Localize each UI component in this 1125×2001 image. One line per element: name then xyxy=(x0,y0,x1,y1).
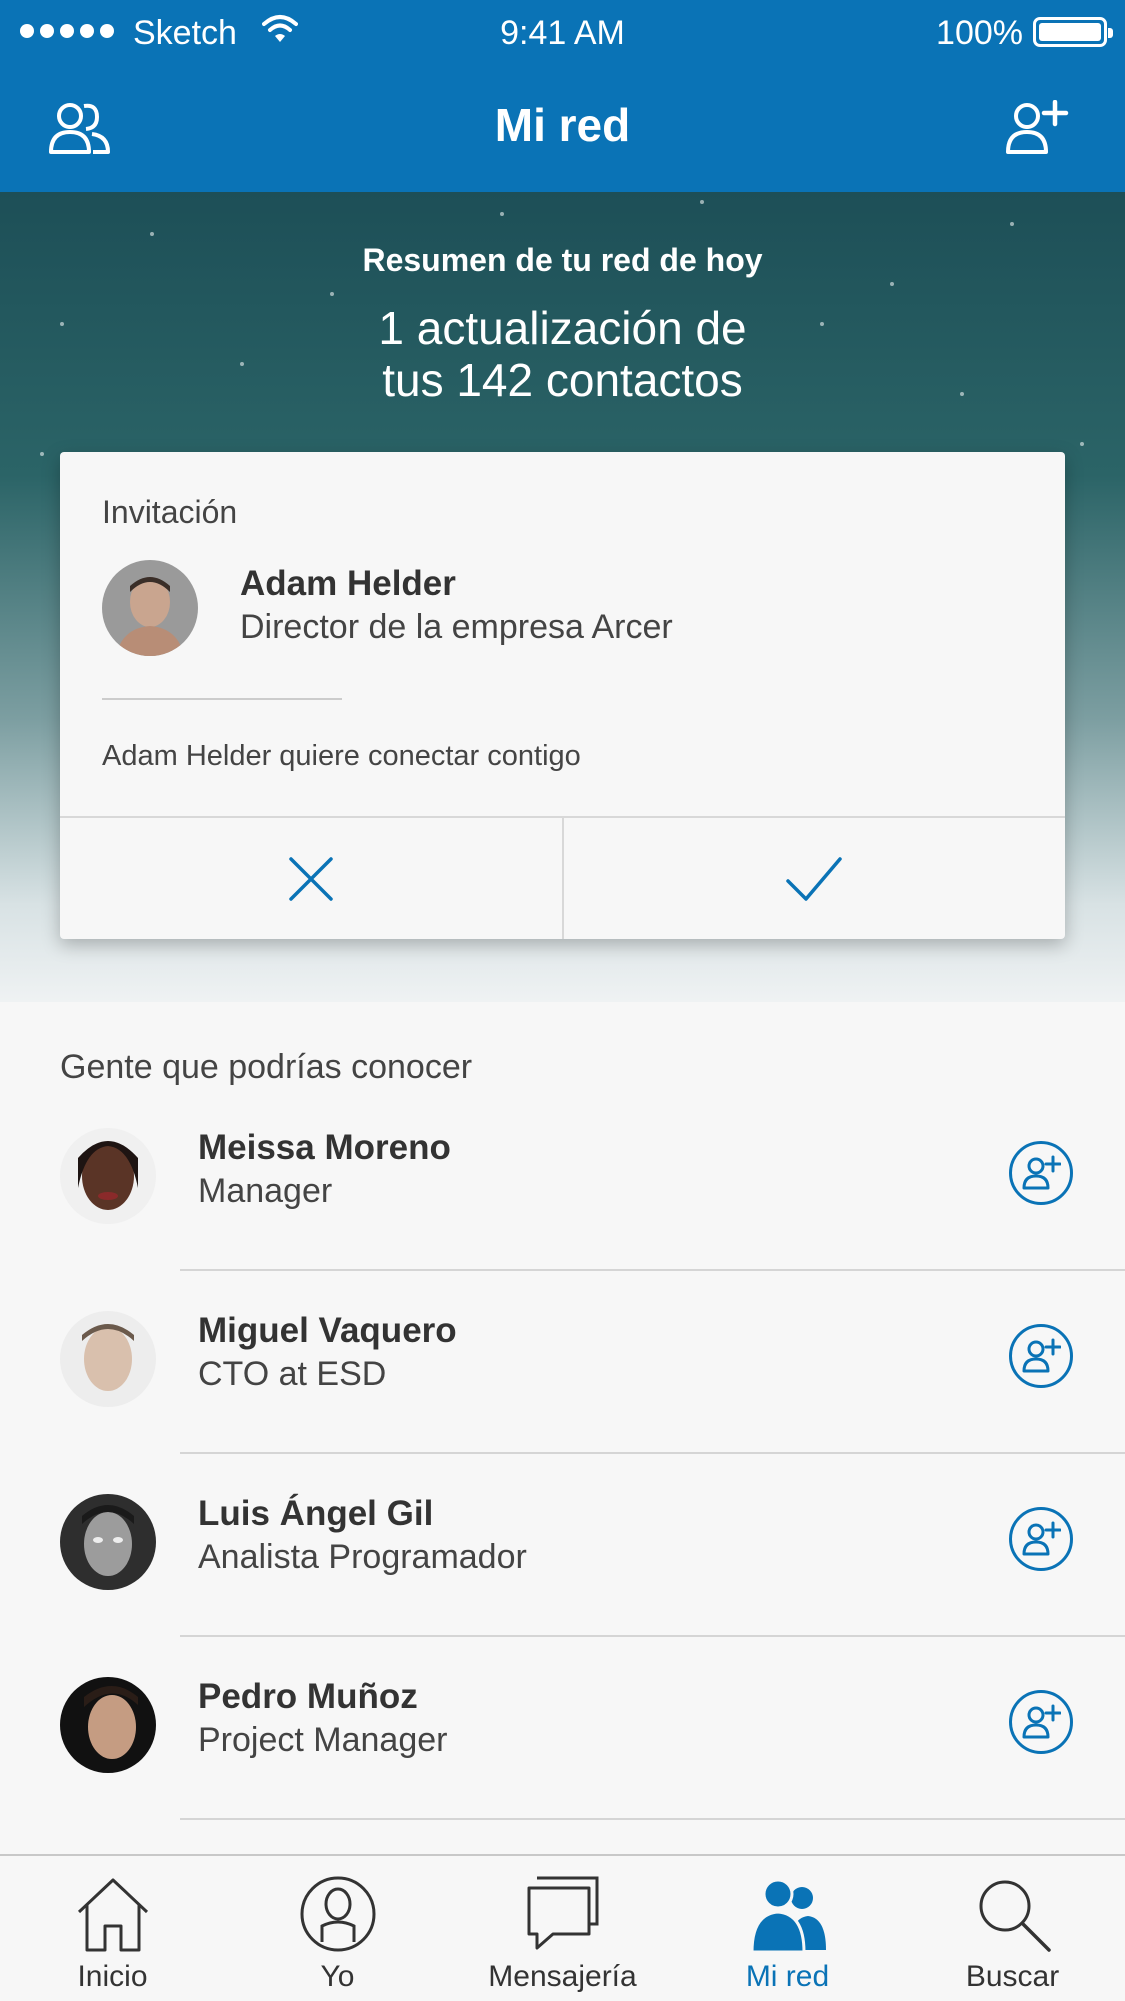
profile-icon xyxy=(300,1876,375,1952)
person-role: Analista Programador xyxy=(198,1538,527,1576)
list-item[interactable]: Pedro Muñoz Project Manager xyxy=(0,1637,1125,1820)
invitation-role: Director de la empresa Arcer xyxy=(240,608,673,646)
avatar[interactable] xyxy=(60,1677,156,1773)
invitation-message: Adam Helder quiere conectar contigo xyxy=(102,740,581,772)
tab-inicio[interactable]: Inicio xyxy=(0,1856,225,2001)
top-bar: Sketch 9:41 AM 100% Mi red xyxy=(0,0,1125,192)
suggestions-title: Gente que podrías conocer xyxy=(60,1048,473,1086)
battery-percentage: 100% xyxy=(936,14,1023,52)
invitation-title: Invitación xyxy=(102,494,238,530)
connect-button[interactable] xyxy=(1009,1690,1073,1754)
tab-mensajeria[interactable]: Mensajería xyxy=(450,1856,675,2001)
add-person-icon xyxy=(1022,1338,1061,1373)
avatar[interactable] xyxy=(60,1311,156,1407)
check-icon xyxy=(786,856,842,901)
list-item[interactable]: Meissa Moreno Manager xyxy=(0,1088,1125,1271)
person-role: CTO at ESD xyxy=(198,1355,387,1393)
summary-line-2: tus 142 contactos xyxy=(382,354,743,406)
tab-label: Inicio xyxy=(77,1960,148,1993)
tab-label: Mi red xyxy=(745,1960,830,1993)
home-icon xyxy=(77,1878,148,1952)
summary-subtitle: Resumen de tu red de hoy xyxy=(362,242,763,278)
summary-line-1: 1 actualización de xyxy=(378,302,747,354)
person-name[interactable]: Pedro Muñoz xyxy=(198,1677,418,1717)
invitation-name[interactable]: Adam Helder xyxy=(240,564,456,604)
add-person-icon[interactable] xyxy=(1005,100,1069,156)
connect-button[interactable] xyxy=(1009,1507,1073,1571)
connect-button[interactable] xyxy=(1009,1324,1073,1388)
person-name[interactable]: Meissa Moreno xyxy=(198,1128,451,1168)
page-title: Mi red xyxy=(494,99,631,151)
add-person-icon xyxy=(1022,1704,1061,1739)
divider xyxy=(102,698,342,700)
search-icon xyxy=(979,1880,1051,1952)
invitation-card: Invitación Adam Helder Director de la em… xyxy=(60,452,1065,939)
avatar[interactable] xyxy=(102,560,198,656)
battery-icon xyxy=(1033,17,1113,47)
decline-button[interactable] xyxy=(60,818,562,939)
messages-icon xyxy=(527,1876,598,1950)
divider xyxy=(180,1818,1125,1820)
tab-mi-red[interactable]: Mi red xyxy=(675,1856,900,2001)
tab-yo[interactable]: Yo xyxy=(225,1856,450,2001)
add-person-icon xyxy=(1022,1155,1061,1190)
summary-headline: 1 actualización de tus 142 contactos xyxy=(0,302,1125,406)
avatar[interactable] xyxy=(60,1128,156,1224)
status-bar: Sketch 9:41 AM 100% xyxy=(0,0,1125,66)
network-icon xyxy=(749,1878,826,1954)
tab-label: Buscar xyxy=(965,1960,1060,1993)
invitation-actions xyxy=(60,816,1065,939)
person-role: Manager xyxy=(198,1172,333,1210)
person-name[interactable]: Miguel Vaquero xyxy=(198,1311,457,1351)
person-name[interactable]: Luis Ángel Gil xyxy=(198,1494,433,1534)
tab-bar: Inicio Yo Mensajería Mi red Buscar xyxy=(0,1854,1125,2001)
tab-buscar[interactable]: Buscar xyxy=(900,1856,1125,2001)
list-item[interactable]: Luis Ángel Gil Analista Programador xyxy=(0,1454,1125,1637)
tab-label: Yo xyxy=(320,1960,355,1993)
close-icon xyxy=(289,856,333,901)
avatar[interactable] xyxy=(60,1494,156,1590)
tab-label: Mensajería xyxy=(488,1960,637,1993)
list-item[interactable]: Miguel Vaquero CTO at ESD xyxy=(0,1271,1125,1454)
add-person-icon xyxy=(1022,1521,1061,1556)
accept-button[interactable] xyxy=(561,818,1066,939)
connect-button[interactable] xyxy=(1009,1141,1073,1205)
person-role: Project Manager xyxy=(198,1721,448,1759)
